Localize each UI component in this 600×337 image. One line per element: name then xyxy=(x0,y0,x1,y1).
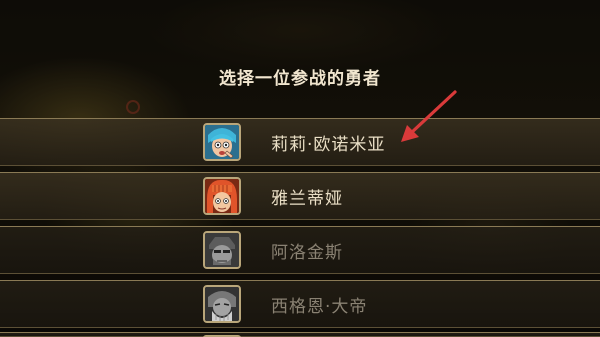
hero-row-aluojinsi[interactable]: 阿洛金斯 xyxy=(0,226,600,274)
game-screen: 选择一位参战的勇者 莉莉·欧诺米亚 雅兰蒂娅 阿洛金斯 西格恩·大帝 xyxy=(0,0,600,337)
hero-name-label: 阿洛金斯 xyxy=(271,243,343,263)
dialog-title: 选择一位参战的勇者 xyxy=(219,69,381,89)
hero-row-xigeen[interactable]: 西格恩·大帝 xyxy=(0,280,600,328)
blue-hair-girl-portrait-icon xyxy=(203,123,241,161)
red-hair-girl-portrait-icon xyxy=(203,177,241,215)
grayscale-warrior-portrait-icon xyxy=(203,231,241,269)
hero-row-partial[interactable] xyxy=(0,332,600,337)
red-arrow-icon xyxy=(401,90,457,142)
grayscale-elder-portrait-icon xyxy=(203,285,241,323)
hero-row-lily[interactable]: 莉莉·欧诺米亚 xyxy=(0,118,600,166)
hero-row-yalantia[interactable]: 雅兰蒂娅 xyxy=(0,172,600,220)
hero-name-label: 西格恩·大帝 xyxy=(271,297,368,317)
hero-name-label: 雅兰蒂娅 xyxy=(271,189,343,209)
hero-name-label: 莉莉·欧诺米亚 xyxy=(271,135,386,155)
